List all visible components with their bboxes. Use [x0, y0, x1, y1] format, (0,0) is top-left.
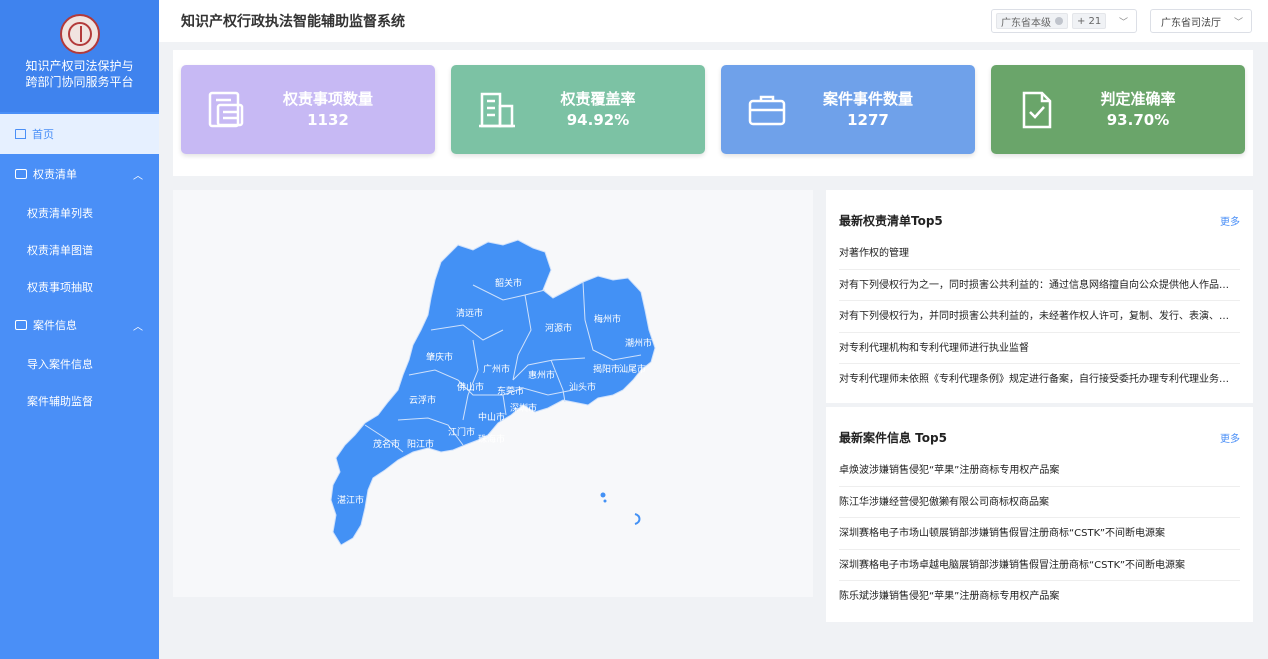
- duty-more-link[interactable]: 更多: [1220, 213, 1240, 228]
- list-item[interactable]: 深圳赛格电子市场卓越电脑展销部涉嫌销售假冒注册商标“CSTK”不间断电源案: [839, 550, 1240, 581]
- list-item[interactable]: 对著作权的管理: [839, 238, 1240, 270]
- stat-value: 1277: [847, 110, 889, 129]
- city-label[interactable]: 深圳市: [510, 401, 537, 414]
- city-label[interactable]: 湛江市: [337, 493, 364, 506]
- city-label[interactable]: 汕尾市: [619, 362, 646, 375]
- stat-value: 94.92%: [566, 110, 630, 129]
- nav-import-cases[interactable]: 导入案件信息: [0, 345, 159, 382]
- building-icon: [477, 90, 517, 130]
- city-label[interactable]: 广州市: [483, 362, 510, 375]
- folder-icon: [15, 320, 27, 330]
- stat-label: 权责覆盖率: [560, 89, 636, 108]
- guangdong-province-shape[interactable]: [330, 239, 656, 546]
- logo-area: 知识产权司法保护与 跨部门协同服务平台: [0, 0, 159, 112]
- city-label[interactable]: 梅州市: [594, 312, 621, 325]
- chevron-up-icon: ︿: [133, 170, 143, 182]
- stat-value: 1132: [307, 110, 349, 129]
- chevron-down-icon: ﹀: [1118, 17, 1128, 28]
- list-item[interactable]: 深圳赛格电子市场山顿展销部涉嫌销售假冒注册商标“CSTK”不间断电源案: [839, 518, 1240, 550]
- nav-home[interactable]: 首页: [0, 114, 159, 154]
- nav-duty-extract[interactable]: 权责事项抽取: [0, 268, 159, 305]
- region-tag[interactable]: 广东省本级: [996, 13, 1068, 29]
- city-label[interactable]: 揭阳市: [593, 362, 620, 375]
- city-label[interactable]: 茂名市: [373, 437, 400, 450]
- department-label: 广东省司法厅: [1161, 17, 1221, 29]
- close-icon[interactable]: [1055, 17, 1063, 25]
- list-item[interactable]: 对有下列侵权行为之一，同时损害公共利益的：通过信息网络擅自向公众提供他人作品…: [839, 270, 1240, 301]
- city-label[interactable]: 云浮市: [409, 393, 436, 406]
- case-list-panel: 最新案件信息 Top5 更多 卓焕波涉嫌销售侵犯“苹果”注册商标专用权产品案 陈江…: [826, 407, 1253, 622]
- case-more-link[interactable]: 更多: [1220, 430, 1240, 445]
- city-label[interactable]: 清远市: [456, 306, 483, 319]
- list-item[interactable]: 对专利代理机构和专利代理师进行执业监督: [839, 333, 1240, 364]
- stat-card-accuracy[interactable]: 判定准确率 93.70%: [991, 65, 1245, 154]
- platform-name-line1: 知识产权司法保护与: [25, 59, 134, 73]
- court-emblem-icon: [59, 14, 100, 54]
- sidebar: 知识产权司法保护与 跨部门协同服务平台 首页 权责清单 ︿ 权责清单列表 权责清…: [0, 0, 159, 659]
- city-label[interactable]: 河源市: [545, 321, 572, 334]
- header: 知识产权行政执法智能辅助监督系统 广东省本级 + 21 ﹀ 广东省司法厅 ﹀: [159, 0, 1268, 42]
- check-document-icon: [1017, 90, 1057, 130]
- home-icon: [15, 129, 26, 139]
- duty-list-panel: 最新权责清单Top5 更多 对著作权的管理 对有下列侵权行为之一，同时损害公共利益…: [826, 190, 1253, 403]
- nav-section-cases[interactable]: 案件信息 ︿: [0, 305, 159, 345]
- city-label[interactable]: 肇庆市: [426, 350, 453, 363]
- stat-value: 93.70%: [1106, 110, 1170, 129]
- region-tag-label: 广东省本级: [1001, 17, 1051, 29]
- island-shape: [634, 513, 641, 525]
- briefcase-icon: [747, 90, 787, 130]
- nav-section-duty-label: 权责清单: [33, 168, 77, 181]
- stats-panel: 权责事项数量 1132 权责覆盖率 94.92% 案件事件数量 1277 判定准…: [173, 50, 1253, 176]
- city-label[interactable]: 韶关市: [495, 276, 522, 289]
- city-label[interactable]: 阳江市: [407, 437, 434, 450]
- sidebar-nav: 首页 权责清单 ︿ 权责清单列表 权责清单图谱 权责事项抽取 案件信息 ︿ 导入…: [0, 112, 159, 419]
- nav-home-label: 首页: [32, 128, 54, 141]
- stat-label: 判定准确率: [1100, 89, 1176, 108]
- folder-icon: [15, 169, 27, 179]
- region-select[interactable]: 广东省本级 + 21 ﹀: [991, 9, 1137, 33]
- list-item[interactable]: 陈乐斌涉嫌销售侵犯“苹果”注册商标专用权产品案: [839, 581, 1240, 613]
- platform-name: 知识产权司法保护与 跨部门协同服务平台: [25, 58, 133, 90]
- nav-section-cases-label: 案件信息: [33, 319, 77, 332]
- region-more-tag: + 21: [1072, 13, 1107, 29]
- department-select[interactable]: 广东省司法厅 ﹀: [1150, 9, 1252, 33]
- chevron-down-icon: ﹀: [1233, 17, 1243, 28]
- nav-section-duty[interactable]: 权责清单 ︿: [0, 154, 159, 194]
- list-item[interactable]: 陈江华涉嫌经营侵犯傲獭有限公司商标权商品案: [839, 487, 1240, 518]
- nav-duty-graph[interactable]: 权责清单图谱: [0, 231, 159, 268]
- list-item[interactable]: 卓焕波涉嫌销售侵犯“苹果”注册商标专用权产品案: [839, 455, 1240, 487]
- island-dot: [603, 499, 607, 503]
- duty-list-title: 最新权责清单Top5: [839, 213, 943, 228]
- nav-case-supervision[interactable]: 案件辅助监督: [0, 382, 159, 419]
- nav-duty-list[interactable]: 权责清单列表: [0, 194, 159, 231]
- stat-card-duty-count[interactable]: 权责事项数量 1132: [181, 65, 435, 154]
- city-label[interactable]: 佛山市: [457, 380, 484, 393]
- list-item[interactable]: 对有下列侵权行为，并同时损害公共利益的，未经著作权人许可，复制、发行、表演、…: [839, 301, 1240, 333]
- duty-list: 对著作权的管理 对有下列侵权行为之一，同时损害公共利益的：通过信息网络擅自向公众提…: [839, 238, 1240, 396]
- city-label[interactable]: 东莞市: [497, 384, 524, 397]
- city-label[interactable]: 中山市: [478, 410, 505, 423]
- list-item[interactable]: 对专利代理师未依照《专利代理条例》规定进行备案，自行接受委托办理专利代理业务…: [839, 364, 1240, 396]
- city-label[interactable]: 珠海市: [478, 432, 505, 445]
- chevron-up-icon: ︿: [133, 321, 143, 333]
- stat-card-case-count[interactable]: 案件事件数量 1277: [721, 65, 975, 154]
- page-title: 知识产权行政执法智能辅助监督系统: [181, 14, 405, 30]
- city-label[interactable]: 惠州市: [528, 368, 555, 381]
- guangdong-map-panel: 韶关市清远市河源市 梅州市 潮州市肇庆市广州市 惠州市 揭阳市汕头市 佛山市 东莞市 汕尾市云…: [173, 190, 813, 597]
- stat-label: 权责事项数量: [282, 89, 373, 108]
- guangdong-map[interactable]: [173, 190, 813, 597]
- island-dot: [600, 492, 606, 498]
- case-list: 卓焕波涉嫌销售侵犯“苹果”注册商标专用权产品案 陈江华涉嫌经营侵犯傲獭有限公司商标…: [839, 455, 1240, 613]
- document-icon: [207, 90, 247, 130]
- city-label[interactable]: 汕头市: [569, 380, 596, 393]
- stat-label: 案件事件数量: [822, 89, 913, 108]
- stat-card-coverage[interactable]: 权责覆盖率 94.92%: [451, 65, 705, 154]
- city-label[interactable]: 潮州市: [625, 336, 652, 349]
- city-label[interactable]: 江门市: [448, 425, 475, 438]
- case-list-title: 最新案件信息 Top5: [839, 430, 947, 445]
- platform-name-line2: 跨部门协同服务平台: [25, 75, 134, 89]
